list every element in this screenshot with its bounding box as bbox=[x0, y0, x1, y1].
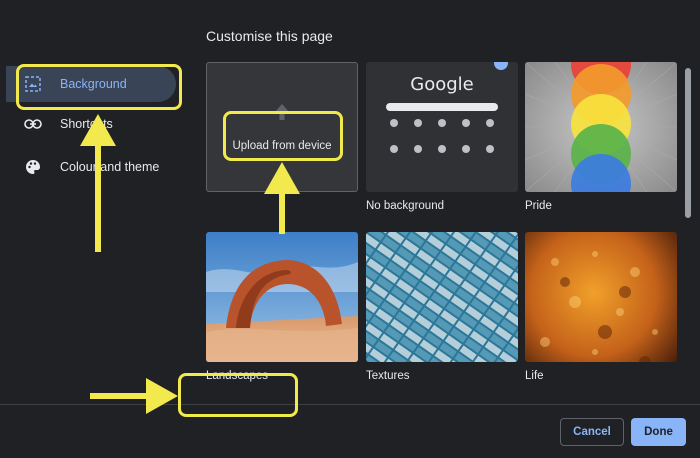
footer-divider bbox=[0, 404, 700, 405]
search-box-preview bbox=[386, 103, 498, 111]
tile-caption: Life bbox=[525, 370, 544, 382]
tile-caption: Pride bbox=[525, 200, 552, 212]
landscapes-tile[interactable]: Landscapes bbox=[206, 232, 358, 382]
shortcut-dots-preview bbox=[390, 119, 494, 153]
link-icon bbox=[24, 115, 42, 133]
highlight-box-upload bbox=[223, 111, 343, 161]
life-tile[interactable]: Life bbox=[525, 232, 677, 382]
textures-thumbnail[interactable] bbox=[366, 232, 518, 362]
pride-thumbnail[interactable] bbox=[525, 62, 677, 192]
sidebar-item-shortcuts[interactable]: Shortcuts bbox=[6, 106, 176, 142]
scrollbar-thumb[interactable] bbox=[685, 68, 691, 218]
sidebar-item-colour-and-theme[interactable]: Colour and theme bbox=[6, 149, 176, 185]
highlight-box-landscapes bbox=[178, 373, 298, 417]
life-thumbnail[interactable] bbox=[525, 232, 677, 362]
background-page-strip: · · · · bbox=[0, 0, 700, 10]
sidebar-item-label: Shortcuts bbox=[60, 117, 113, 131]
pride-tile[interactable]: Pride bbox=[525, 62, 677, 212]
cancel-button[interactable]: Cancel bbox=[560, 418, 624, 446]
done-button[interactable]: Done bbox=[631, 418, 686, 446]
no-background-thumbnail[interactable]: Google bbox=[366, 62, 518, 192]
tile-caption: No background bbox=[366, 200, 444, 212]
selected-check-icon bbox=[494, 62, 508, 70]
landscapes-thumbnail[interactable] bbox=[206, 232, 358, 362]
background-page-decoration: · · · · bbox=[258, 0, 356, 10]
no-background-tile[interactable]: Google No background bbox=[366, 62, 518, 212]
dialog-title: Customise this page bbox=[206, 28, 333, 44]
textures-tile[interactable]: Textures bbox=[366, 232, 518, 382]
palette-icon bbox=[24, 158, 42, 176]
scrollbar[interactable] bbox=[684, 62, 692, 402]
google-logo: Google bbox=[410, 74, 474, 95]
tile-caption: Textures bbox=[366, 370, 410, 382]
arrow-right-landscapes-icon bbox=[90, 378, 178, 414]
sidebar-item-label: Colour and theme bbox=[60, 160, 160, 174]
highlight-box-background bbox=[16, 64, 182, 110]
